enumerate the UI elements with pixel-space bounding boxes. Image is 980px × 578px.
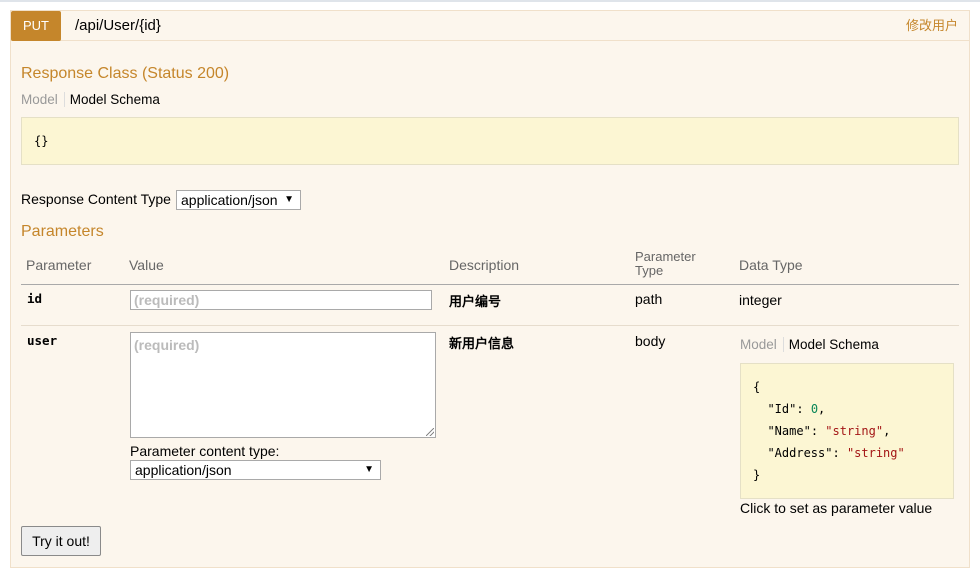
tab-model[interactable]: Model [21,92,65,107]
schema-punct: , [883,424,891,438]
param-id-input[interactable]: (required) [130,290,432,310]
schema-key: "Address" [767,446,833,460]
dropdown-arrow-icon: ▼ [364,464,374,475]
param-name-user: user [27,333,58,348]
schema-line-address: "Address": "string" [767,446,905,460]
operation-summary-link[interactable]: 修改用户 [906,11,958,41]
col-parameter-type-line2: Type [635,263,664,278]
schema-value: "string" [825,424,884,438]
col-parameter: Parameter [26,257,92,273]
response-content-type-select[interactable]: application/json ▼ [176,190,301,210]
top-divider [0,0,980,2]
schema-line-id: "Id": 0, [767,402,826,416]
col-description: Description [449,257,520,273]
schema-line-name: "Name": "string", [767,424,891,438]
col-data-type: Data Type [739,257,803,273]
resize-grip-icon[interactable] [426,428,434,436]
schema-punct: , [818,402,826,416]
schema-hint: Click to set as parameter value [740,500,933,516]
param-user-textarea[interactable]: (required) [130,332,436,438]
table-row-divider [21,325,959,326]
response-content-type-value: application/json [181,192,278,208]
try-it-out-button[interactable]: Try it out! [21,526,101,556]
param-schema-box[interactable]: { "Id": 0, "Name": "string", "Address": … [740,363,954,499]
http-method-badge[interactable]: PUT [11,11,61,41]
param-user-description: 新用户信息 [449,336,515,351]
param-content-type-value: application/json [135,462,232,478]
schema-value: "string" [846,446,905,460]
response-content-type-label: Response Content Type [21,191,171,207]
tab-model-schema[interactable]: Model Schema [784,337,879,352]
schema-value: 0 [810,402,819,416]
dropdown-arrow-icon: ▼ [284,194,294,205]
param-id-type: path [635,291,663,307]
param-name-id: id [27,291,43,306]
response-signature-tabs: Model Model Schema [21,92,160,107]
param-id-data-type: integer [739,292,782,308]
parameters-heading: Parameters [21,223,104,240]
endpoint-path[interactable]: /api/User/{id} [75,11,161,41]
operation-header[interactable]: PUT /api/User/{id} 修改用户 [11,11,969,41]
schema-line-open: { [753,380,761,394]
param-user-placeholder: (required) [134,337,200,353]
col-parameter-type-line1: Parameter [635,249,696,264]
col-value: Value [129,257,164,273]
schema-line-close: } [753,468,761,482]
param-content-type-label: Parameter content type: [130,443,280,459]
tab-model-schema[interactable]: Model Schema [65,92,160,107]
response-class-heading: Response Class (Status 200) [21,65,230,82]
response-schema-box[interactable]: {} [21,117,959,165]
col-parameter-type: Parameter Type [635,250,696,278]
param-id-placeholder: (required) [134,292,200,308]
param-content-type-select[interactable]: application/json ▼ [130,460,381,480]
schema-key: "Name" [767,424,811,438]
param-user-type: body [635,333,666,349]
tab-model[interactable]: Model [740,337,784,352]
operation-panel: PUT /api/User/{id} 修改用户 Response Class (… [10,10,970,568]
param-signature-tabs: Model Model Schema [740,337,879,352]
table-header-divider [21,284,959,285]
schema-key: "Id" [767,402,797,416]
response-schema-body: {} [34,134,49,148]
param-id-description: 用户编号 [449,294,502,309]
